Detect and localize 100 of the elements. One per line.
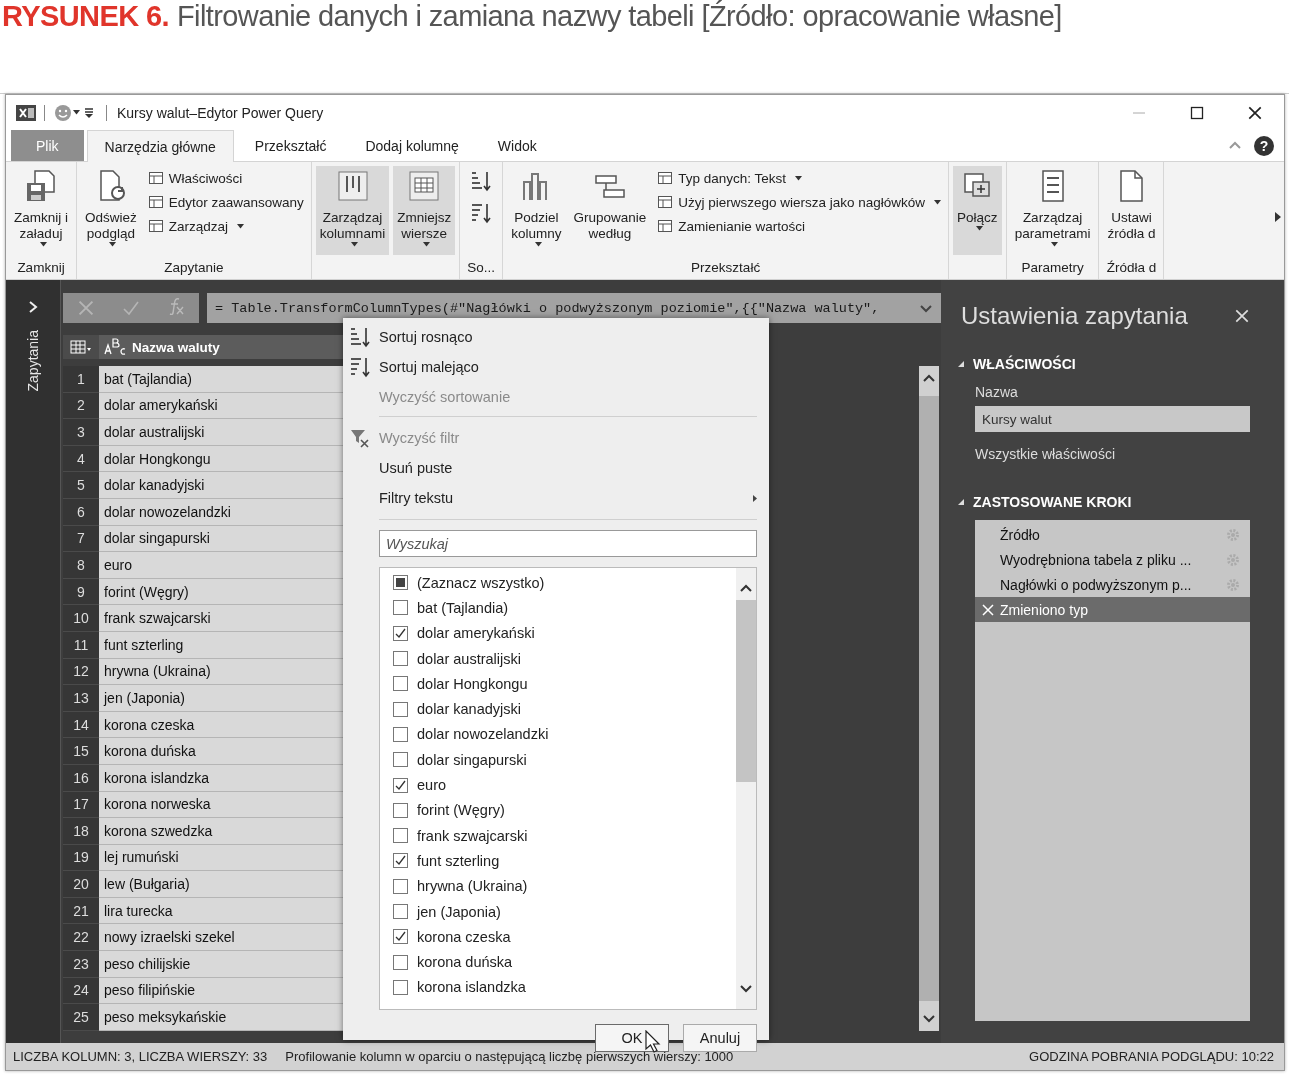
caret-icon (351, 242, 358, 247)
collapse-icon[interactable] (957, 498, 965, 506)
row-number: 7 (63, 525, 99, 553)
table-cell: peso chilijskie (99, 951, 343, 978)
checkbox[interactable] (393, 726, 408, 742)
caret-icon (975, 226, 983, 231)
caret-icon[interactable] (73, 110, 80, 115)
check-icon[interactable] (122, 299, 140, 317)
status-text: Profilowanie kolumn w oparciu o następującą liczbę pierwszych wierszy: 1000 (285, 1049, 734, 1064)
search-field[interactable]: Wyszukaj (379, 530, 757, 557)
checkbox[interactable] (393, 600, 408, 616)
checkbox[interactable] (393, 625, 408, 641)
menu-item[interactable]: Sortuj rosnąco (343, 322, 769, 352)
checkbox[interactable] (393, 802, 408, 818)
ribbon-tab[interactable]: Narzędzia główne (86, 130, 234, 162)
window-title: Kursy walut–Edytor Power Query (117, 104, 324, 121)
sort-ascending-icon[interactable] (470, 170, 493, 192)
ribbon-button[interactable]: Zamienianie wartości (654, 216, 945, 236)
ribbon-button[interactable]: Typ danych: Tekst (654, 168, 945, 188)
checkbox[interactable] (393, 752, 408, 768)
caret-icon (109, 242, 117, 247)
ribbon-button[interactable]: Podziel kolumny (507, 166, 566, 255)
formula-field[interactable]: = Table.TransformColumnTypes(#"Nagłówki o podwyższonym poziomie",{{"Nazwa waluty", (207, 293, 941, 323)
table-cell: korona szwedzka (99, 818, 343, 845)
checkbox-label: hrywna (Ukraina) (417, 878, 528, 895)
table-menu-button[interactable] (63, 335, 99, 359)
ribbon-button[interactable]: Zmniejsz wiersze (393, 166, 456, 255)
ribbon-button[interactable]: Edytor zaawansowany (144, 192, 307, 212)
checkbox[interactable] (393, 651, 408, 667)
ribbon-button[interactable]: Zarządzaj kolumnami (315, 166, 390, 255)
table-icon (657, 170, 674, 186)
sort-descending-icon[interactable] (470, 202, 493, 224)
row-number: 5 (63, 472, 99, 499)
checkbox[interactable] (393, 853, 408, 869)
panel-title: Ustawienia zapytania (961, 302, 1188, 330)
scrollbar-thumb[interactable] (736, 600, 756, 782)
ribbon-button[interactable]: Użyj pierwszego wiersza jako nagłówków (654, 192, 945, 212)
cancel-button[interactable]: Anuluj (683, 1024, 757, 1052)
scroll-right-icon[interactable] (1274, 212, 1282, 222)
sidebar-label: Zapytania (25, 330, 41, 392)
ribbon-button[interactable]: Odśwież podgląd (81, 166, 141, 255)
menu-item[interactable]: Sortuj malejąco (343, 352, 769, 382)
menu-item[interactable]: Filtry tekstu (343, 483, 769, 513)
collapse-icon[interactable] (957, 360, 965, 368)
caret-icon (422, 242, 430, 247)
ribbon-button[interactable]: Grupowanie według (569, 166, 651, 255)
figure-label: RYSUNEK 6. (2, 0, 169, 33)
help-icon[interactable]: ? (1254, 135, 1274, 156)
group-label: Zamknij (16, 258, 66, 277)
checkbox-label: korona duńska (417, 954, 513, 971)
step-item[interactable]: Wyodrębniona tabela z pliku ... (975, 547, 1250, 572)
checkbox[interactable] (393, 979, 408, 995)
ribbon-button[interactable]: Ustawi źródła d (1103, 166, 1160, 255)
row-number: 17 (63, 791, 99, 819)
row-number: 2 (63, 392, 99, 420)
ribbon-button[interactable]: Zarządzaj (144, 216, 307, 236)
ribbon-button[interactable]: Właściwości (144, 168, 307, 188)
checkbox[interactable] (393, 878, 408, 894)
table-cell: dolar australijski (99, 419, 343, 446)
row-number: 4 (63, 445, 99, 473)
ribbon-button[interactable]: Zarządzaj parametrami (1010, 166, 1095, 255)
menu-item[interactable]: Usuń puste (343, 453, 769, 483)
checkbox[interactable] (393, 701, 408, 717)
all-properties-link[interactable]: Wszystkie właściwości (975, 446, 1250, 462)
spreadsheet-icon[interactable] (16, 103, 36, 122)
step-item[interactable]: Zmieniono typ (975, 597, 1250, 622)
checkbox[interactable] (393, 929, 408, 945)
figure-caption: Filtrowanie danych i zamiana nazwy tabeli [Źródło: opracowanie własne] (176, 0, 1062, 33)
maximize-icon[interactable] (1190, 105, 1204, 120)
checkbox[interactable] (393, 954, 408, 970)
checkbox[interactable] (393, 575, 408, 591)
checkbox-label: funt szterling (417, 852, 500, 869)
checkbox[interactable] (393, 904, 408, 919)
ribbon-tab[interactable]: Widok (479, 130, 555, 161)
checkbox-label: frank szwajcarski (417, 827, 528, 844)
step-item[interactable]: Nagłówki o podwyższonym p... (975, 572, 1250, 597)
row-number: 18 (63, 818, 99, 845)
ok-button[interactable]: OK (595, 1024, 669, 1052)
group-label: Przekształć (690, 258, 762, 277)
step-item[interactable]: Źródło (975, 522, 1250, 547)
formula-text: = Table.TransformColumnTypes(#"Nagłówki o podwyższonym poziomie",{{"Nazwa waluty", (215, 300, 880, 316)
ribbon-tab[interactable]: Przekształć (236, 130, 345, 161)
row-number: 21 (63, 897, 99, 925)
ribbon-button[interactable]: Połącz (953, 166, 1002, 255)
sort-ascending-icon (349, 326, 371, 348)
group-label: Źródła d (1105, 258, 1158, 277)
ribbon-button[interactable]: Zamknij i załaduj (10, 166, 72, 255)
ribbon-tab[interactable]: Dodaj kolumnę (347, 130, 477, 161)
table-cell: dolar kanadyjski (99, 472, 343, 499)
table-cell: korona duńska (99, 738, 343, 765)
name-field[interactable]: Kursy walut (975, 406, 1250, 432)
close-icon[interactable] (1247, 104, 1263, 121)
table-cell: jen (Japonia) (99, 685, 343, 712)
checkbox[interactable] (393, 828, 408, 844)
row-number: 6 (63, 498, 99, 526)
checkbox[interactable] (393, 777, 408, 793)
checkbox-label: dolar singapurski (417, 751, 527, 768)
checkbox[interactable] (393, 676, 408, 692)
clear-filter-icon (349, 427, 371, 449)
delete-icon[interactable] (981, 603, 995, 617)
